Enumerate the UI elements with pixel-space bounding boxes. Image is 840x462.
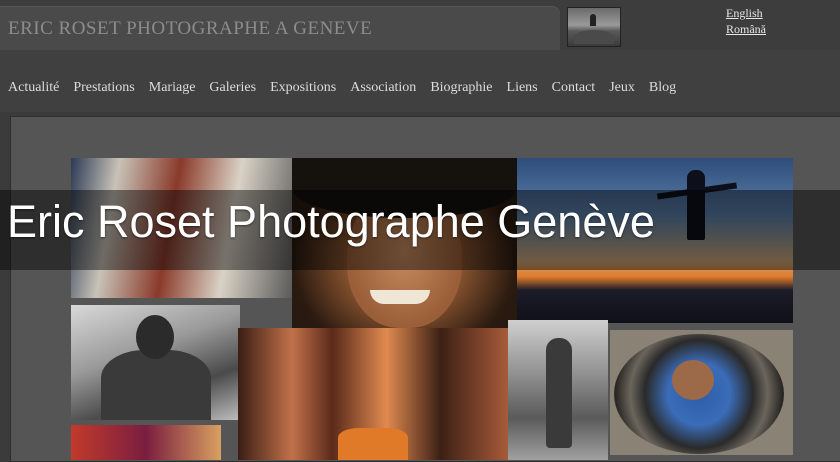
site-title: ERIC ROSET PHOTOGRAPHE A GENEVE: [8, 18, 373, 39]
nav-item-jeux[interactable]: Jeux: [609, 80, 635, 96]
title-tab: ERIC ROSET PHOTOGRAPHE A GENEVE: [0, 6, 560, 50]
photo-man-in-tire[interactable]: [610, 330, 793, 455]
party-orange-shirt: [338, 428, 408, 460]
nav-item-expositions[interactable]: Expositions: [270, 80, 336, 96]
nav-item-mariage[interactable]: Mariage: [149, 80, 196, 96]
language-english-link[interactable]: English: [726, 6, 763, 21]
nav-item-galeries[interactable]: Galeries: [209, 80, 256, 96]
nav-item-association[interactable]: Association: [350, 80, 416, 96]
photo-dancer[interactable]: [508, 320, 608, 460]
dancer-figure: [546, 338, 572, 448]
nav-item-blog[interactable]: Blog: [649, 80, 676, 96]
nav-item-biographie[interactable]: Biographie: [430, 80, 492, 96]
nav-item-actualite[interactable]: Actualité: [8, 80, 59, 96]
nav-item-contact[interactable]: Contact: [552, 80, 596, 96]
nav-item-liens[interactable]: Liens: [507, 80, 538, 96]
bw-head: [136, 315, 174, 359]
language-romana-link[interactable]: Română: [726, 22, 766, 37]
photo-colorful-bottom[interactable]: [71, 425, 221, 460]
main-nav: Actualité Prestations Mariage Galeries E…: [8, 80, 690, 96]
bw-body: [101, 350, 211, 420]
tire-man-face: [672, 360, 714, 400]
overlay-title: Eric Roset Photographe Genève: [7, 196, 655, 247]
photo-celebration-crowd[interactable]: [238, 328, 508, 460]
thumbnail-hill: [574, 30, 614, 44]
thumbnail-figure: [590, 14, 596, 26]
girl-smile: [370, 290, 430, 304]
nav-item-prestations[interactable]: Prestations: [73, 80, 134, 96]
photo-bw-camera-man[interactable]: [71, 305, 240, 420]
header-thumbnail-image[interactable]: [567, 7, 621, 47]
